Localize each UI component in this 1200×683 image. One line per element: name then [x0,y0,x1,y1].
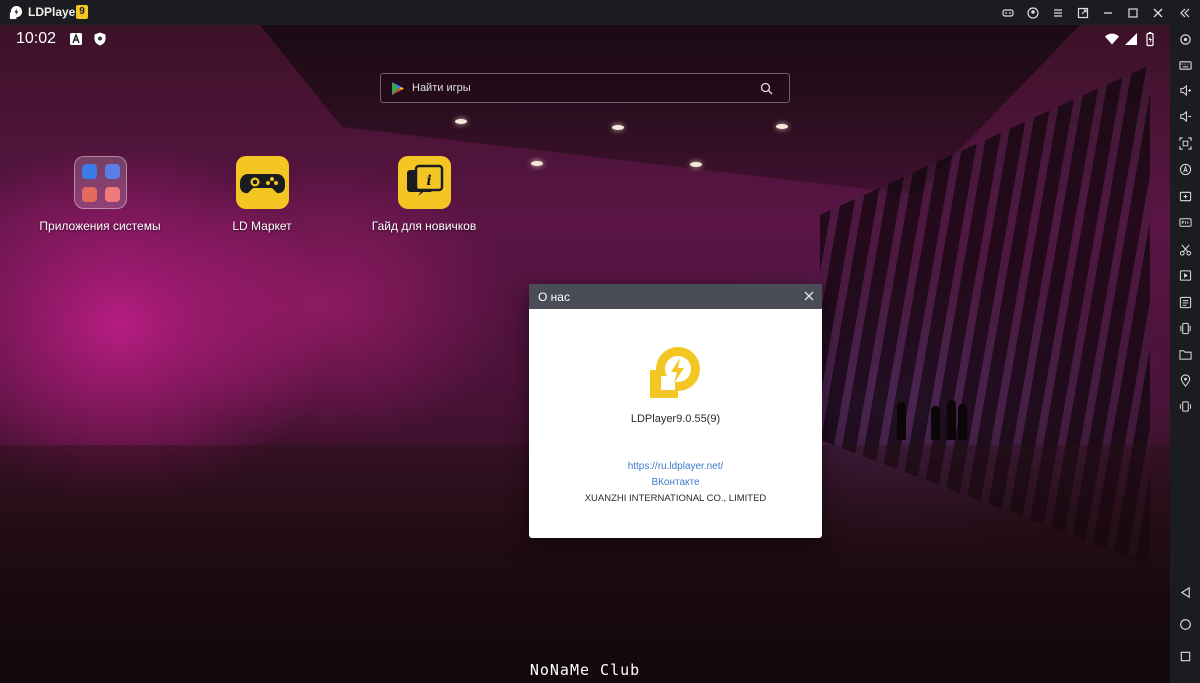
account-icon[interactable] [1024,4,1042,21]
vk-link[interactable]: ВКонтакте [529,477,822,488]
status-bar: 10:02 [0,25,1170,55]
scissors-icon[interactable] [1176,240,1194,258]
app-beginner-guide[interactable]: i Гайд для новичков [354,156,494,246]
sync-icon[interactable] [1176,293,1194,311]
ld-market-icon [236,156,289,209]
svg-text:i: i [426,173,431,189]
fps-icon[interactable] [1176,213,1194,231]
app-name: LDPlayer [28,5,81,19]
screenshot-icon[interactable] [1176,134,1194,152]
settings-mini-icon [82,164,97,179]
app-label: Приложения системы [39,219,161,233]
settings-icon[interactable] [1176,30,1194,48]
system-apps-folder-icon [74,156,127,209]
macro-icon[interactable] [1176,160,1194,178]
folder-icon[interactable] [1176,345,1194,363]
wifi-icon [1105,33,1119,45]
minimize-icon[interactable] [1099,4,1117,21]
wallpaper-light [455,119,467,124]
version-badge: 9 [76,5,88,19]
beginner-guide-icon: i [398,156,451,209]
recents-icon[interactable] [1176,647,1194,665]
rotate-icon[interactable] [1176,397,1194,415]
dialog-header: О нас [529,284,822,309]
wallpaper-light [776,124,788,129]
gallery-mini-icon [105,187,120,202]
popout-icon[interactable] [1074,4,1092,21]
app-ld-market[interactable]: LD Маркет [192,156,332,246]
title-bar: LDPlayer 9 [0,0,1200,25]
close-icon [804,291,814,301]
wallpaper-people [895,395,975,440]
volume-up-icon[interactable] [1176,81,1194,99]
gamepad-icon[interactable] [999,4,1017,21]
home-icon[interactable] [1176,615,1194,633]
watermark-text: NoNaMe Club [529,661,641,679]
signal-icon [1125,33,1137,45]
browser-mini-icon [105,164,120,179]
record-icon[interactable] [1176,266,1194,284]
add-app-icon[interactable] [1176,187,1194,205]
website-link[interactable]: https://ru.ldplayer.net/ [529,461,822,472]
maximize-icon[interactable] [1124,4,1142,21]
ldplayer-logo-icon [9,5,23,20]
right-toolbar [1170,25,1200,683]
search-icon[interactable] [760,82,773,95]
wallpaper-light [690,162,702,167]
font-a-icon [70,33,82,45]
close-icon[interactable] [1149,4,1167,21]
dialog-title: О нас [538,290,570,304]
wallpaper-light [612,125,624,130]
wallpaper-light [531,161,543,166]
files-mini-icon [82,187,97,202]
collapse-icon[interactable] [1176,4,1194,21]
location-icon[interactable] [1176,371,1194,389]
menu-icon[interactable] [1049,4,1067,21]
back-icon[interactable] [1176,583,1194,601]
volume-down-icon[interactable] [1176,107,1194,125]
dialog-close-button[interactable] [802,289,816,303]
company-text: XUANZHI INTERNATIONAL CO., LIMITED [584,493,767,504]
keyboard-icon[interactable] [1176,56,1194,74]
app-label: LD Маркет [232,219,292,233]
shake-icon[interactable] [1176,319,1194,337]
search-placeholder: Найти игры [412,82,471,94]
battery-charging-icon [1146,32,1154,47]
app-system-apps[interactable]: Приложения системы [30,156,170,246]
version-text: LDPlayer9.0.55(9) [630,413,721,425]
app-label: Гайд для новичков [371,219,477,233]
play-store-icon [392,82,404,95]
about-dialog: О нас LDPlayer9.0.55(9) https://ru.ldpla… [529,284,822,538]
clock: 10:02 [16,30,57,47]
search-bar[interactable]: Найти игры [380,73,790,103]
shield-icon [94,32,106,46]
ldplayer-logo-icon [650,347,700,398]
